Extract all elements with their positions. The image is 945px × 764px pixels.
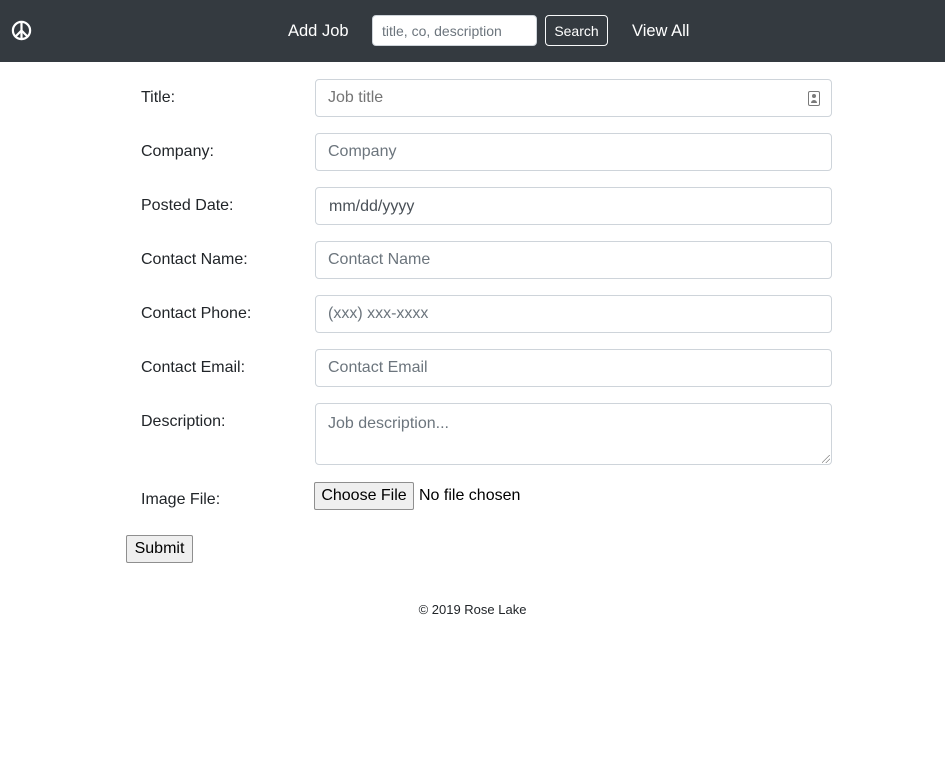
submit-button[interactable]: Submit [126,535,193,563]
view-all-link[interactable]: View All [632,19,689,43]
title-input[interactable] [316,80,831,116]
top-navbar: Add Job Search View All [0,0,945,62]
image-file-label: Image File: [141,491,221,508]
peace-sign-icon[interactable] [11,20,32,41]
contact-email-input[interactable] [315,349,832,387]
contact-email-label: Contact Email: [141,359,246,376]
search-button[interactable]: Search [545,15,608,46]
add-job-link[interactable]: Add Job [288,19,349,43]
contact-phone-input[interactable] [315,295,832,333]
contact-name-input[interactable] [315,241,832,279]
company-label: Company: [141,143,214,160]
contact-name-label: Contact Name: [141,251,248,268]
footer-copyright: © 2019 Rose Lake [418,602,527,617]
posted-date-input[interactable]: mm/dd/yyyy [315,187,832,225]
contact-phone-label: Contact Phone: [141,305,252,322]
title-field-wrapper [315,79,832,117]
posted-date-label: Posted Date: [141,197,234,214]
posted-date-value: mm/dd/yyyy [329,198,415,215]
search-input[interactable] [372,15,537,46]
description-label: Description: [141,413,226,430]
description-textarea[interactable] [315,403,832,465]
company-input[interactable] [315,133,832,171]
title-label: Title: [141,89,176,106]
file-status-text: No file chosen [419,487,521,504]
choose-file-button[interactable]: Choose File [314,482,414,510]
contact-card-icon[interactable] [808,91,820,106]
